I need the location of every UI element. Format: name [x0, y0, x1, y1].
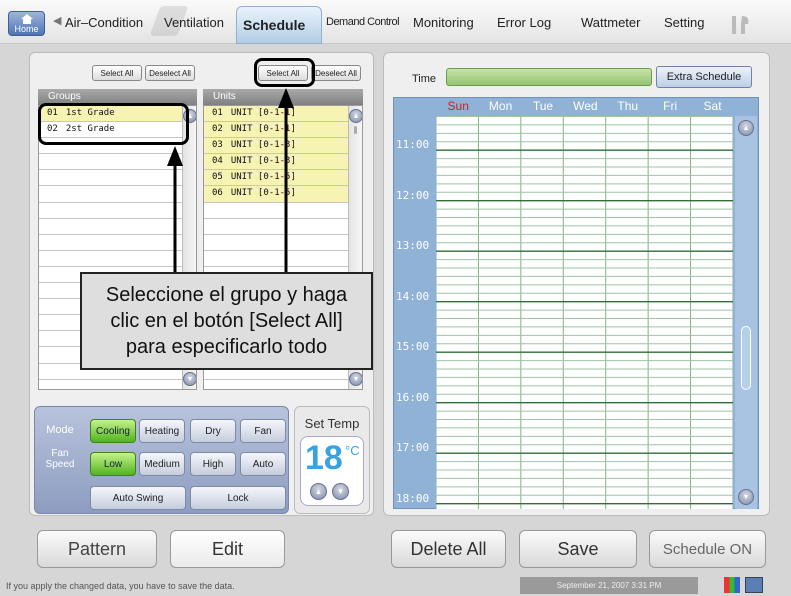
auto-swing-button[interactable]: Auto Swing: [90, 486, 186, 510]
fan-speed-label: Fan Speed: [45, 448, 75, 470]
mode-cooling-button[interactable]: Cooling: [90, 419, 136, 443]
day-label: Tue: [532, 99, 554, 113]
home-label: Home: [14, 24, 39, 34]
instruction-callout: Seleccione el grupo y haga clic en el bo…: [80, 272, 373, 370]
temp-up-icon[interactable]: ▲: [310, 483, 327, 500]
extra-schedule-button[interactable]: Extra Schedule: [656, 66, 752, 88]
tab-setting[interactable]: Setting: [664, 0, 704, 44]
time-slot-label: 11:00: [396, 138, 430, 151]
units-deselect-all-button[interactable]: Deselect All: [311, 65, 361, 81]
scroll-up-icon[interactable]: ▲: [349, 109, 362, 123]
temp-down-icon[interactable]: ▼: [332, 483, 349, 500]
time-field[interactable]: [446, 68, 652, 86]
scroll-up-icon[interactable]: ▲: [738, 120, 754, 136]
scroll-down-icon[interactable]: ▼: [738, 489, 754, 505]
groups-deselect-all-button[interactable]: Deselect All: [145, 65, 195, 81]
temp-unit: °C: [345, 443, 360, 458]
network-status-icon: [724, 577, 740, 593]
datetime-display: September 21, 2007 3:31 PM: [520, 577, 698, 594]
tab-ventilation[interactable]: Ventilation: [164, 0, 224, 44]
tab-schedule[interactable]: Schedule: [236, 6, 322, 44]
fan-low-button[interactable]: Low: [90, 452, 136, 476]
tab-air-condition[interactable]: Air–Condition: [65, 0, 189, 44]
day-label: Wed: [573, 99, 598, 113]
set-temp-value: 18: [305, 439, 343, 477]
fan-auto-button[interactable]: Auto: [240, 452, 286, 476]
time-slot-label: 12:00: [396, 188, 430, 202]
mode-label: Mode: [46, 424, 74, 436]
select-all-highlight-box: [254, 58, 315, 87]
time-slot-label: 17:00: [396, 441, 430, 454]
scroll-thumb[interactable]: [354, 126, 357, 134]
home-button[interactable]: Home: [8, 11, 45, 36]
groups-select-all-button[interactable]: Select All: [92, 65, 142, 81]
day-label: Thu: [617, 99, 639, 113]
save-button[interactable]: Save: [519, 530, 637, 568]
fan-high-button[interactable]: High: [190, 452, 236, 476]
lock-button[interactable]: Lock: [190, 486, 286, 510]
mode-heating-button[interactable]: Heating: [139, 419, 185, 443]
schedule-cells[interactable]: [435, 116, 734, 509]
day-label: Sat: [703, 99, 722, 113]
house-icon: [21, 14, 33, 24]
day-label: Mon: [488, 99, 513, 113]
schedule-on-button[interactable]: Schedule ON: [649, 530, 766, 568]
tab-wattmeter[interactable]: Wattmeter: [581, 0, 640, 44]
edit-button[interactable]: Edit: [170, 530, 285, 568]
time-slot-label: 13:00: [396, 239, 430, 252]
schedule-scrollbar[interactable]: ▲ ▼: [735, 116, 757, 509]
tab-demand-control[interactable]: Demand Control: [326, 0, 400, 44]
mode-fan-button[interactable]: Fan: [240, 419, 286, 443]
time-slot-label: 16:00: [396, 390, 430, 404]
scroll-down-icon[interactable]: ▼: [183, 372, 196, 386]
day-label: Fri: [663, 99, 678, 113]
day-label: Sun: [447, 99, 469, 113]
time-column: 11:00 12:00 13:00 14:00 15:00 16:00 17:00 18:00: [393, 116, 436, 509]
scroll-down-icon[interactable]: ▼: [349, 372, 362, 386]
tab-error-log[interactable]: Error Log: [497, 0, 551, 44]
delete-all-button[interactable]: Delete All: [391, 530, 506, 568]
set-temp-label: Set Temp: [304, 416, 360, 431]
time-label: Time: [412, 73, 437, 85]
scroll-thumb[interactable]: [741, 326, 751, 390]
monitor-icon: [745, 577, 763, 593]
annotation-arrows: [167, 88, 294, 274]
nav-left-arrow-icon[interactable]: ◀: [53, 14, 61, 27]
mode-dry-button[interactable]: Dry: [190, 419, 236, 443]
pattern-button[interactable]: Pattern: [37, 530, 157, 568]
status-message: If you apply the changed data, you have …: [6, 581, 235, 591]
fan-medium-button[interactable]: Medium: [139, 452, 185, 476]
tab-monitoring[interactable]: Monitoring: [413, 0, 474, 44]
time-slot-label: 14:00: [396, 289, 430, 303]
grid-lines: [435, 116, 734, 509]
time-slot-label: 18:00: [396, 491, 430, 505]
top-navigation-bar: Home ◀ Air–Condition Ventilation Schedul…: [0, 0, 791, 44]
day-header: Sun Mon Tue Wed Thu Fri Sat: [393, 97, 759, 115]
time-slot-label: 15:00: [396, 340, 430, 353]
tools-icon: [732, 16, 749, 34]
